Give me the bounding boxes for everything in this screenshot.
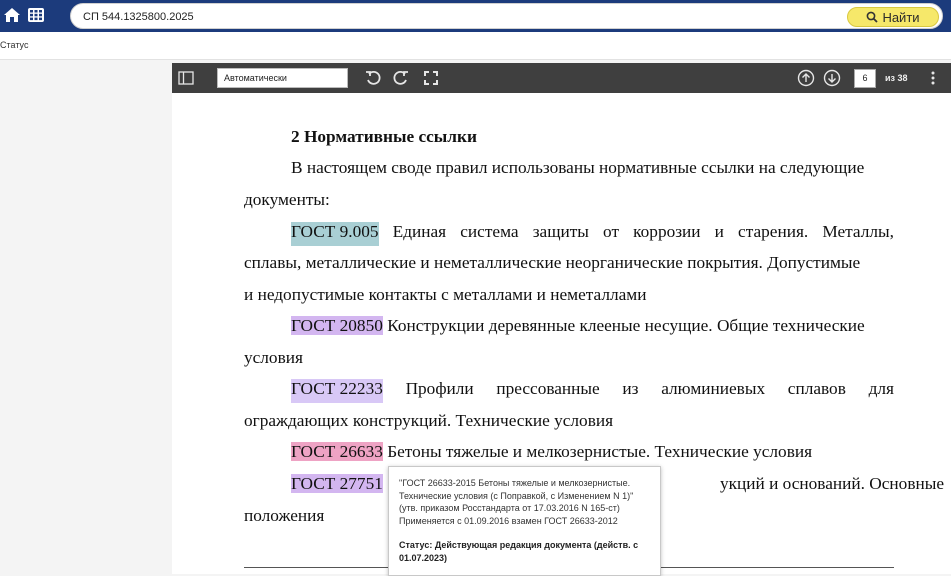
arrow-up-circle-icon: [797, 69, 815, 87]
reference-gost-9005: ГОСТ 9.005 Единая система защиты от корр…: [291, 222, 894, 246]
word: система: [460, 222, 519, 241]
viewer-toolbar: Автоматически 6 из 38: [172, 63, 951, 93]
find-button-label: Найти: [882, 9, 920, 25]
search-input[interactable]: [83, 8, 783, 26]
rotate-right-button[interactable]: [390, 68, 412, 88]
top-bar: Найти: [0, 0, 951, 32]
gost-link[interactable]: ГОСТ 9.005: [291, 222, 379, 246]
word: сплавов: [787, 379, 846, 398]
word: Металлы,: [822, 222, 894, 241]
tooltip-status: Статус: Действующая редакция документа (…: [399, 540, 639, 550]
reference-gost-26633: ГОСТ 26633 Бетоны тяжелые и мелкозернист…: [291, 442, 812, 466]
word: из: [622, 379, 639, 398]
word: старения.: [738, 222, 809, 241]
tooltip-line: Технические условия (с Поправкой, с Изме…: [399, 490, 634, 501]
reference-tooltip: "ГОСТ 26633-2015 Бетоны тяжелые и мелкоз…: [388, 466, 661, 576]
tooltip-line: (утв. приказом Росстандарта от 17.03.201…: [399, 503, 620, 513]
fullscreen-button[interactable]: [420, 68, 442, 88]
gost-link[interactable]: ГОСТ 26633: [291, 442, 383, 461]
kebab-menu-icon: [931, 71, 935, 85]
sidebar-toggle-icon: [178, 71, 194, 85]
grid-icon: [28, 8, 44, 22]
word: коррозии: [633, 222, 701, 241]
reference-text: сплавы, металлические и неметаллические …: [244, 253, 861, 272]
gost-link[interactable]: ГОСТ 22233: [291, 379, 383, 403]
reference-text: положения: [244, 506, 325, 525]
more-options-button[interactable]: [924, 68, 942, 88]
reference-text: условия: [244, 348, 303, 367]
gost-link[interactable]: ГОСТ 20850: [291, 316, 383, 335]
search-box: Найти: [70, 3, 943, 29]
arrow-down-circle-icon: [823, 69, 841, 87]
status-tab[interactable]: Статус: [0, 40, 28, 50]
fullscreen-icon: [424, 71, 438, 85]
word: прессованные: [496, 379, 600, 398]
word: Единая: [392, 222, 447, 241]
page-total: из 38: [885, 73, 908, 83]
word: алюминиевых: [661, 379, 766, 398]
reference-text: укций и оснований. Основные: [720, 474, 945, 493]
word: защиты: [532, 222, 589, 241]
section-heading: 2 Нормативные ссылки: [291, 127, 477, 146]
previous-page-button[interactable]: [796, 68, 816, 88]
intro-text-cont: документы:: [244, 190, 330, 209]
reference-text: ограждающих конструкций. Технические усл…: [244, 411, 614, 430]
word: от: [603, 222, 620, 241]
magnifier-icon: [867, 11, 879, 23]
reference-gost-27751: ГОСТ 27751: [291, 474, 383, 498]
word: и: [714, 222, 724, 241]
tooltip-line: "ГОСТ 26633-2015 Бетоны тяжелые и мелкоз…: [399, 478, 631, 488]
gost-link[interactable]: ГОСТ 27751: [291, 474, 383, 493]
home-button[interactable]: [0, 2, 24, 28]
reference-text: и недопустимые контакты с металлами и не…: [244, 285, 647, 304]
rotate-cw-icon: [393, 70, 408, 85]
zoom-select[interactable]: Автоматически: [217, 68, 348, 88]
intro-text: В настоящем своде правил использованы но…: [291, 158, 865, 177]
apps-menu-button[interactable]: [26, 4, 46, 26]
left-panel: [0, 61, 172, 574]
rotate-left-button[interactable]: [362, 68, 384, 88]
next-page-button[interactable]: [822, 68, 842, 88]
reference-text: Конструкции деревянные клееные несущие. …: [387, 316, 865, 335]
tooltip-line: Применяется с 01.09.2016 взамен ГОСТ 266…: [399, 515, 618, 526]
reference-text: Бетоны тяжелые и мелкозернистые. Техниче…: [387, 442, 813, 461]
find-button[interactable]: Найти: [847, 7, 939, 27]
status-row: Статус: [0, 32, 951, 60]
reference-gost-20850: ГОСТ 20850 Конструкции деревянные клеены…: [291, 316, 865, 340]
reference-gost-22233: ГОСТ 22233 Профили прессованные из алюми…: [291, 379, 894, 403]
home-icon: [4, 8, 20, 22]
word: Профили: [405, 379, 474, 398]
sidebar-toggle-button[interactable]: [176, 69, 196, 87]
word: для: [868, 379, 894, 398]
rotate-ccw-icon: [366, 70, 381, 85]
page-number-input[interactable]: 6: [854, 69, 876, 88]
tooltip-status-cont: 01.07.2023): [399, 552, 448, 563]
